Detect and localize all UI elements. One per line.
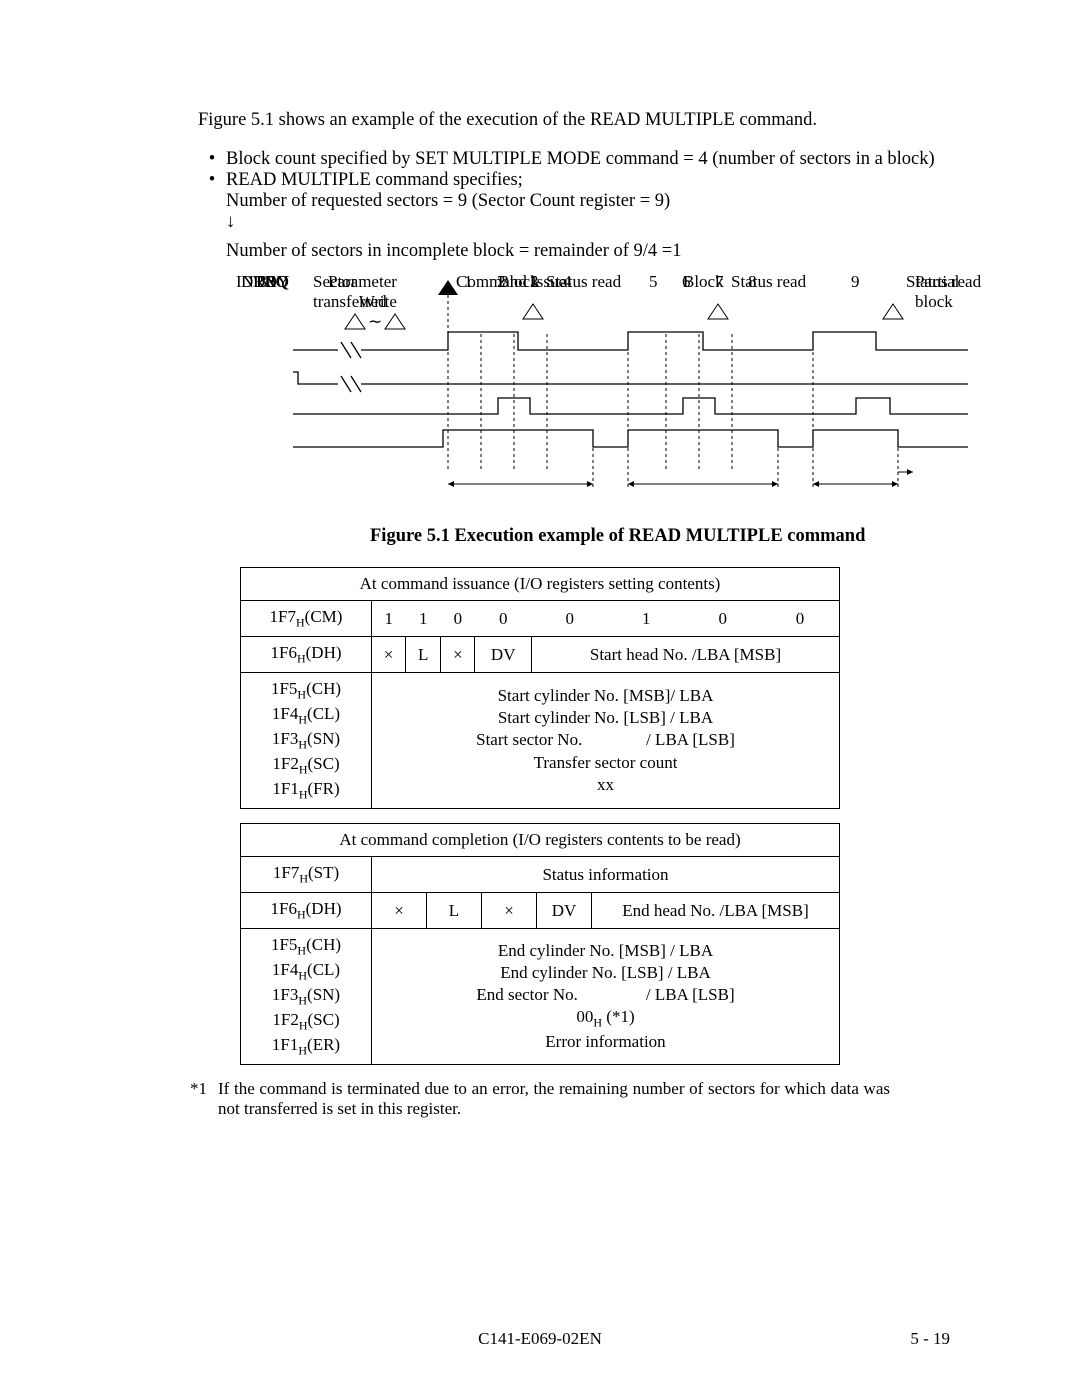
t1-r2-reg: 1F6H(DH) [241, 637, 372, 673]
bullet-dot: • [198, 170, 226, 191]
t2-r1-reg: 1F7H(ST) [241, 857, 372, 893]
t2-title: At command completion (I/O registers con… [241, 823, 840, 856]
after-arrow-text: Number of sectors in incomplete block = … [226, 241, 950, 262]
svg-text:∼: ∼ [368, 312, 382, 331]
figure-caption: Figure 5.1 Execution example of READ MUL… [370, 526, 950, 547]
table-issuance: At command issuance (I/O registers setti… [240, 567, 840, 809]
bullet-1: Block count specified by SET MULTIPLE MO… [226, 149, 950, 170]
timing-diagram: Parameter Write Command Issue Status rea… [198, 272, 1018, 502]
t1-title: At command issuance (I/O registers setti… [241, 568, 840, 601]
t1-r1-reg: 1F7H(CM) [241, 601, 372, 637]
footer-docid: C141-E069-02EN [478, 1329, 602, 1348]
page: Figure 5.1 shows an example of the execu… [0, 0, 1080, 1397]
table-completion: At command completion (I/O registers con… [240, 823, 840, 1065]
footer: C141-E069-02EN 5 - 19 [0, 1329, 1080, 1349]
bullet-2: READ MULTIPLE command specifies; [226, 170, 950, 191]
t2-r2-reg: 1F6H(DH) [241, 893, 372, 929]
t2-multi-vals: End cylinder No. [MSB] / LBA End cylinde… [372, 929, 840, 1065]
t1-multi-vals: Start cylinder No. [MSB]/ LBA Start cyli… [372, 673, 840, 809]
footer-page: 5 - 19 [910, 1329, 950, 1349]
footnote: *1 If the command is terminated due to a… [190, 1079, 890, 1119]
t2-multi-regs: 1F5H(CH) 1F4H(CL) 1F3H(SN) 1F2H(SC) 1F1H… [241, 929, 372, 1065]
bullet-list: • Block count specified by SET MULTIPLE … [198, 149, 950, 233]
footnote-mark: *1 [190, 1079, 218, 1119]
intro-text: Figure 5.1 shows an example of the execu… [198, 110, 950, 131]
t1-multi-regs: 1F5H(CH) 1F4H(CL) 1F3H(SN) 1F2H(SC) 1F1H… [241, 673, 372, 809]
footnote-text: If the command is terminated due to an e… [218, 1079, 890, 1119]
bullet-dot: • [198, 149, 226, 170]
timing-svg: ∼ [198, 272, 1018, 507]
down-arrow: ↓ [226, 212, 950, 233]
bullet-2-line2: Number of requested sectors = 9 (Sector … [226, 191, 950, 212]
